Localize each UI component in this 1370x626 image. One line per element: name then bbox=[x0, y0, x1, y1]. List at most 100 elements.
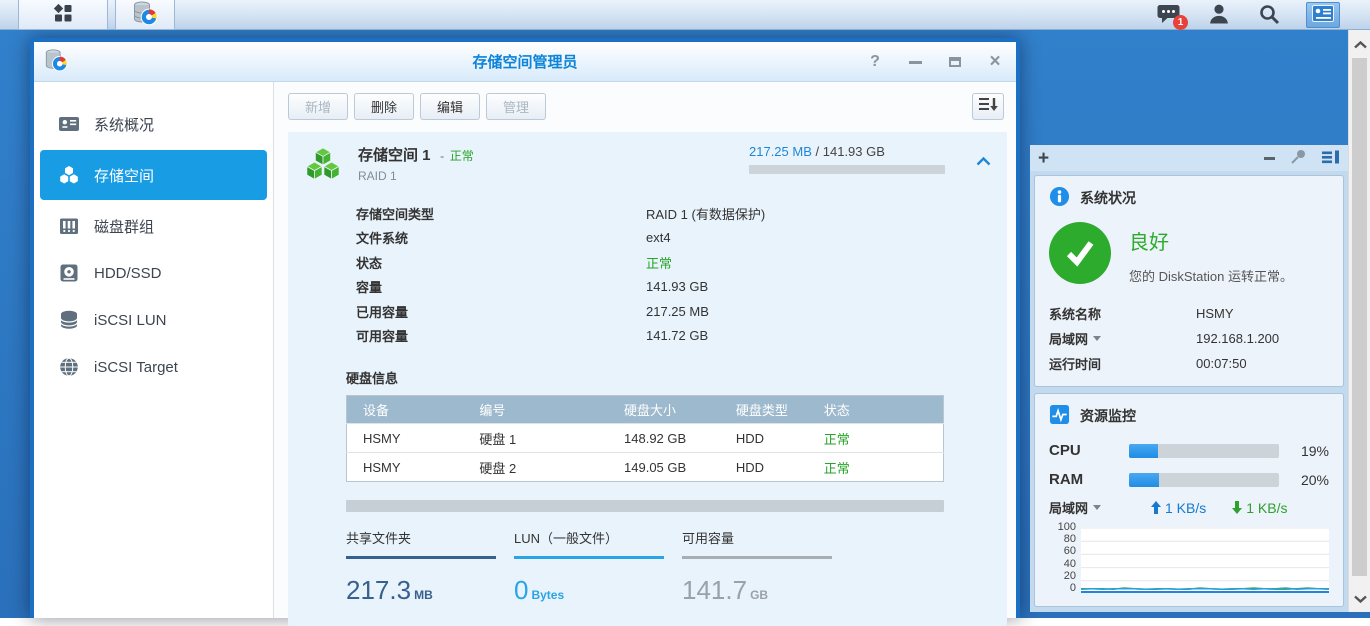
cell-device: HSMY bbox=[347, 453, 464, 482]
collapse-widgets-button[interactable] bbox=[1264, 157, 1275, 160]
lan-row: 局域网 192.168.1.200 bbox=[1049, 326, 1329, 351]
cpu-row: CPU 19% bbox=[1049, 438, 1329, 463]
maximize-button[interactable] bbox=[946, 53, 964, 71]
minimize-button[interactable] bbox=[906, 53, 924, 71]
ram-row: RAM 20% bbox=[1049, 467, 1329, 492]
col-status: 状态 bbox=[808, 396, 944, 424]
page-scrollbar[interactable] bbox=[1348, 30, 1370, 612]
row-value: HSMY bbox=[1196, 306, 1234, 321]
disk-group-icon bbox=[58, 215, 80, 237]
sort-button[interactable] bbox=[972, 93, 1004, 120]
stat-underline bbox=[682, 556, 832, 559]
disk-row-2[interactable]: HSMY 硬盘 2 149.05 GB HDD 正常 bbox=[347, 453, 944, 482]
window-titlebar[interactable]: 存储空间管理员 ? × bbox=[34, 42, 1016, 82]
lan-dropdown[interactable]: 局域网 bbox=[1049, 498, 1129, 517]
widgets-icon bbox=[1312, 5, 1334, 25]
row-label: 运行时间 bbox=[1049, 354, 1196, 373]
network-row: 局域网 1 KB/s 1 KB/s bbox=[1049, 498, 1329, 517]
cell-number: 硬盘 1 bbox=[463, 424, 608, 453]
widget-panel: + 系统状况 bbox=[1030, 145, 1348, 612]
edit-button[interactable]: 编辑 bbox=[420, 93, 480, 120]
widget-title: 系统状况 bbox=[1080, 188, 1136, 208]
sidebar-item-label: HDD/SSD bbox=[94, 265, 162, 282]
storage-manager-taskbar-button[interactable] bbox=[115, 0, 175, 30]
detail-label: 已用容量 bbox=[356, 302, 646, 321]
overview-icon bbox=[58, 113, 80, 135]
sidebar-item-label: iSCSI Target bbox=[94, 359, 178, 376]
add-widget-button[interactable]: + bbox=[1038, 149, 1049, 168]
stat-label: 共享文件夹 bbox=[346, 528, 496, 547]
detail-label: 状态 bbox=[356, 253, 646, 272]
uptime-row: 运行时间 00:07:50 bbox=[1049, 351, 1329, 376]
user-menu-button[interactable] bbox=[1206, 2, 1232, 28]
volume-name-sep: - bbox=[440, 149, 444, 163]
sidebar-item-iscsi-lun[interactable]: iSCSI LUN bbox=[40, 299, 267, 341]
dock-panel-icon[interactable] bbox=[1321, 148, 1340, 169]
col-device: 设备 bbox=[347, 396, 464, 424]
resource-monitor-icon bbox=[1049, 404, 1070, 428]
sort-icon bbox=[978, 96, 998, 117]
sidebar-item-label: 系统概况 bbox=[94, 114, 154, 135]
detail-value: 141.93 GB bbox=[646, 279, 708, 294]
storage-manager-window: 存储空间管理员 ? × 系统概况 bbox=[30, 38, 1020, 618]
usage-slash: / bbox=[816, 144, 820, 159]
widget-panel-toggle[interactable] bbox=[1306, 2, 1340, 28]
main-menu-button[interactable] bbox=[18, 0, 108, 30]
taskbar: 1 bbox=[0, 0, 1370, 30]
manage-button[interactable]: 管理 bbox=[486, 93, 546, 120]
detail-value: 217.25 MB bbox=[646, 304, 709, 319]
cpu-label: CPU bbox=[1049, 442, 1129, 459]
row-label: 局域网 bbox=[1049, 329, 1088, 348]
sidebar-item-diskgroup[interactable]: 磁盘群组 bbox=[40, 205, 267, 247]
detail-value: ext4 bbox=[646, 230, 671, 245]
sidebar: 系统概况 存储空间 磁盘群组 bbox=[34, 82, 274, 618]
detail-label: 文件系统 bbox=[356, 228, 646, 247]
stat-label: 可用容量 bbox=[682, 528, 832, 547]
cpu-value: 19% bbox=[1301, 443, 1329, 459]
scroll-up-button[interactable] bbox=[1349, 34, 1370, 56]
collapse-chevron-icon[interactable] bbox=[976, 154, 991, 169]
main-menu-icon bbox=[52, 2, 74, 27]
volume-card: 存储空间 1 - 正常 RAID 1 217.25 MB / 141.93 GB bbox=[288, 132, 1007, 626]
stat-unit: MB bbox=[414, 588, 433, 602]
help-button[interactable]: ? bbox=[866, 53, 884, 71]
search-icon bbox=[1258, 3, 1280, 28]
cell-size: 148.92 GB bbox=[608, 424, 720, 453]
create-button[interactable]: 新增 bbox=[288, 93, 348, 120]
cell-status: 正常 bbox=[808, 424, 944, 453]
toolbar: 新增 删除 编辑 管理 bbox=[274, 82, 1016, 128]
row-value: 00:07:50 bbox=[1196, 356, 1247, 371]
notification-badge: 1 bbox=[1173, 15, 1188, 30]
volume-total: 141.93 GB bbox=[823, 144, 885, 159]
close-button[interactable]: × bbox=[986, 53, 1004, 71]
network-chart: 100 80 60 40 20 0 bbox=[1049, 527, 1329, 594]
sidebar-item-overview[interactable]: 系统概况 bbox=[40, 103, 267, 145]
row-label: 系统名称 bbox=[1049, 304, 1196, 323]
health-ok-icon bbox=[1049, 222, 1111, 284]
volume-raid-type: RAID 1 bbox=[358, 169, 474, 183]
col-number: 编号 bbox=[463, 396, 608, 424]
iscsi-target-icon bbox=[58, 356, 80, 378]
scroll-down-button[interactable] bbox=[1349, 588, 1370, 610]
delete-button[interactable]: 删除 bbox=[354, 93, 414, 120]
capacity-stats: 共享文件夹 217.3MB LUN（一般文件） 0Bytes 可用容量 141.… bbox=[346, 528, 1007, 606]
lan-dropdown[interactable]: 局域网 bbox=[1049, 329, 1196, 348]
sidebar-item-iscsi-target[interactable]: iSCSI Target bbox=[40, 346, 267, 388]
cell-number: 硬盘 2 bbox=[463, 453, 608, 482]
sidebar-item-hdd[interactable]: HDD/SSD bbox=[40, 252, 267, 294]
stat-unit: Bytes bbox=[531, 588, 564, 602]
hdd-icon bbox=[58, 262, 80, 284]
cell-status: 正常 bbox=[808, 453, 944, 482]
row-value: 192.168.1.200 bbox=[1196, 331, 1279, 346]
scrollbar-thumb[interactable] bbox=[1352, 58, 1367, 576]
chart-y-axis: 100 80 60 40 20 0 bbox=[1049, 522, 1081, 594]
sidebar-item-volume[interactable]: 存储空间 bbox=[40, 150, 267, 200]
search-button[interactable] bbox=[1256, 2, 1282, 28]
volume-header[interactable]: 存储空间 1 - 正常 RAID 1 217.25 MB / 141.93 GB bbox=[288, 132, 1007, 191]
notifications-button[interactable]: 1 bbox=[1156, 2, 1182, 28]
volume-details: 存储空间类型RAID 1 (有数据保护) 文件系统ext4 状态正常 容量141… bbox=[288, 191, 1007, 348]
volume-usage-bar bbox=[749, 165, 945, 174]
lan-label: 局域网 bbox=[1049, 498, 1088, 517]
pin-icon[interactable] bbox=[1289, 148, 1307, 169]
disk-row-1[interactable]: HSMY 硬盘 1 148.92 GB HDD 正常 bbox=[347, 424, 944, 453]
